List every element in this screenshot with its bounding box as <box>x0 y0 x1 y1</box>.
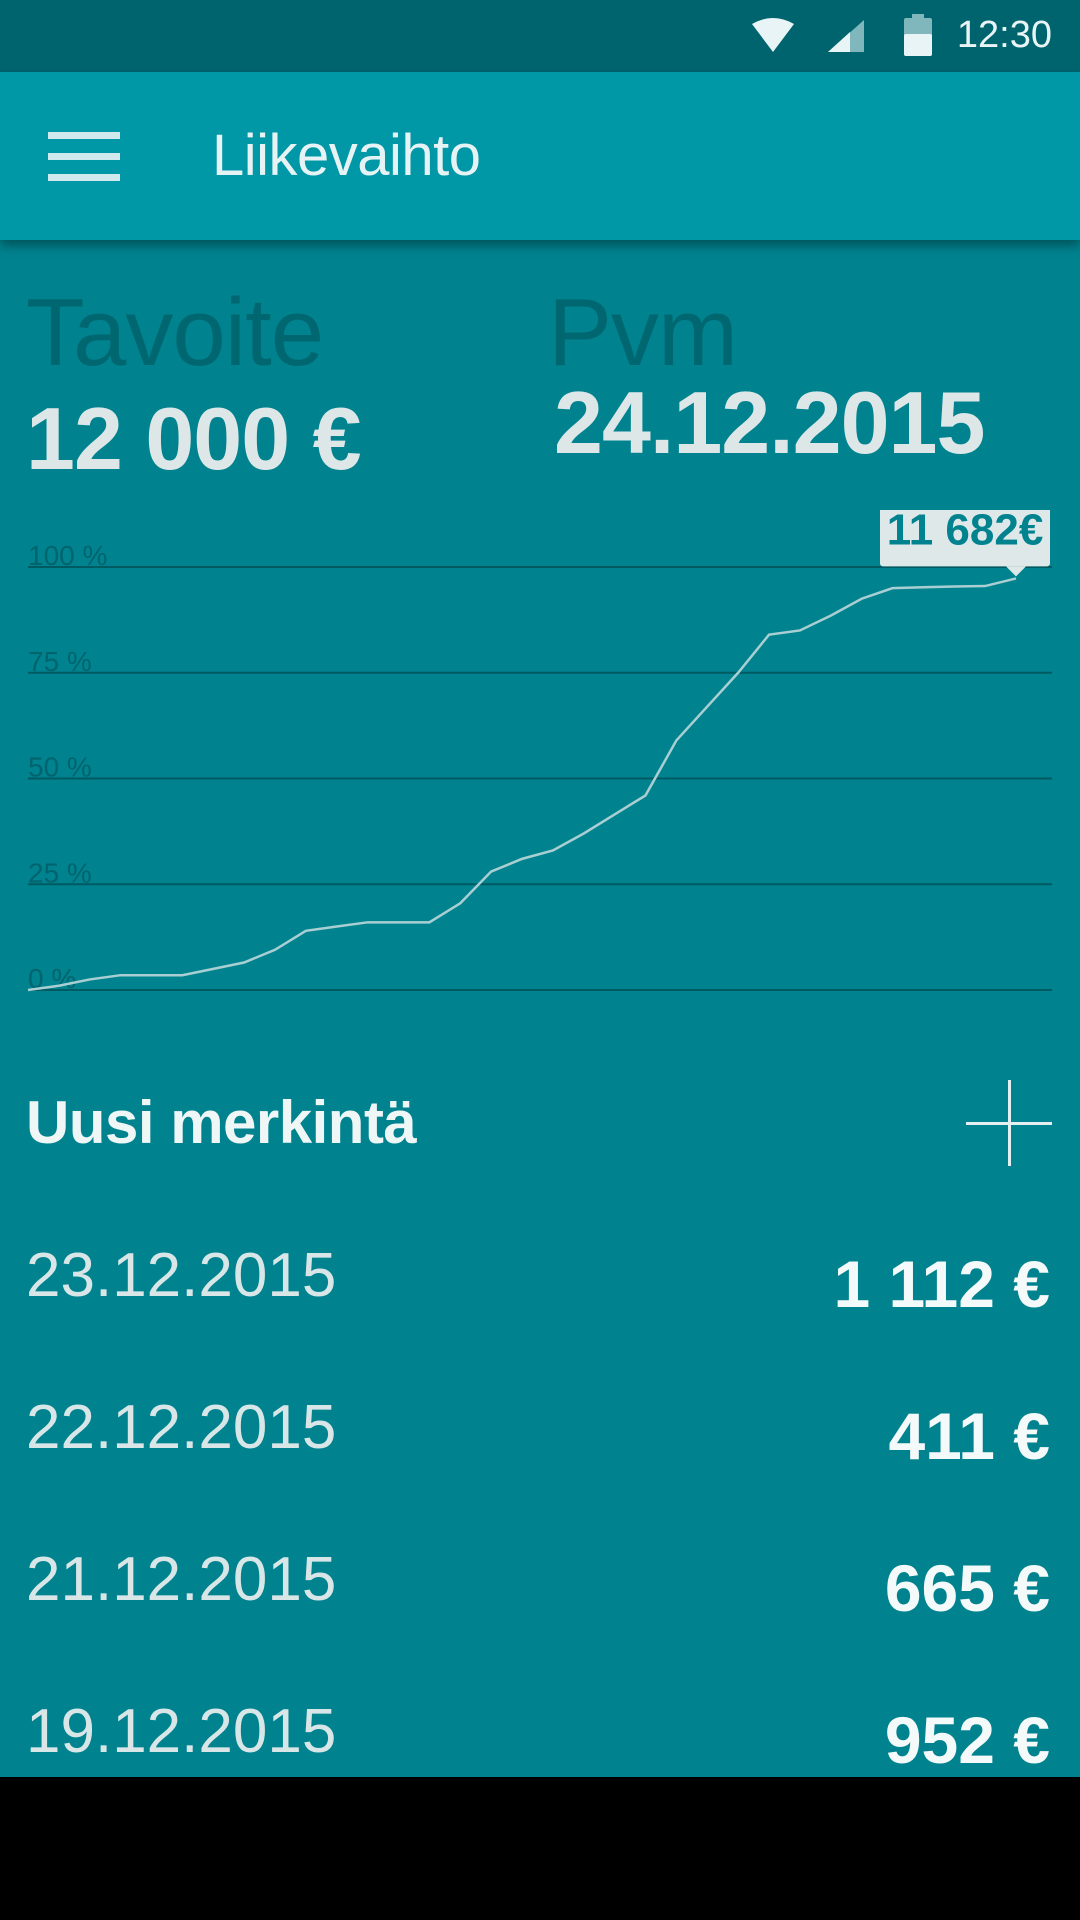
status-time: 12:30 <box>956 14 1052 56</box>
date-value: 24.12.2015 <box>554 373 985 472</box>
goal-value: 12 000 € <box>26 389 362 488</box>
entry-amount: 952 € <box>884 1703 1050 1777</box>
entry-amount: 411 € <box>888 1399 1050 1473</box>
battery-icon <box>904 14 932 56</box>
entry-amount: 665 € <box>884 1551 1050 1625</box>
chart-tick-label: 25 % <box>28 857 92 888</box>
progress-chart-svg: 100 %75 %50 %25 %0 %11 682€ <box>27 492 1052 994</box>
cell-signal-icon <box>828 20 864 52</box>
wifi-icon <box>752 18 794 52</box>
progress-chart: 100 % 75 % 50 % 25 % 0 % 11 682€ <box>0 492 1080 1300</box>
goal-label: Tavoite <box>26 279 324 386</box>
plus-icon[interactable] <box>966 1080 1052 1166</box>
entry-date: 23.12.2015 <box>26 1241 337 1310</box>
entry-row[interactable]: 22.12.2015 411 € <box>0 1392 1080 1542</box>
hamburger-menu-icon[interactable] <box>40 122 120 192</box>
chart-tick-label: 75 % <box>28 646 92 677</box>
entry-amount: 1 112 € <box>833 1247 1050 1321</box>
main-content: Tavoite 12 000 € Pvm 24.12.2015 100 % 75 … <box>0 240 1080 1777</box>
new-entry-label: Uusi merkintä <box>26 1089 417 1156</box>
chart-series-line <box>27 577 1017 992</box>
entry-row[interactable]: 23.12.2015 1 112 € <box>0 1240 1080 1390</box>
entry-date: 21.12.2015 <box>26 1545 337 1614</box>
navigation-bar <box>0 1777 1080 1920</box>
app-toolbar: Liikevaihto <box>0 72 1080 240</box>
chart-tick-label: 100 % <box>28 540 107 571</box>
entry-date: 22.12.2015 <box>26 1393 337 1462</box>
entry-date: 19.12.2015 <box>26 1697 337 1766</box>
entry-row[interactable]: 19.12.2015 952 € <box>0 1696 1080 1777</box>
page-title: Liikevaihto <box>212 123 481 188</box>
status-bar: 12:30 <box>0 0 1080 72</box>
chart-tick-label: 50 % <box>28 752 92 783</box>
chart-callout-label: 11 682€ <box>887 510 1044 554</box>
entry-row[interactable]: 21.12.2015 665 € <box>0 1544 1080 1694</box>
